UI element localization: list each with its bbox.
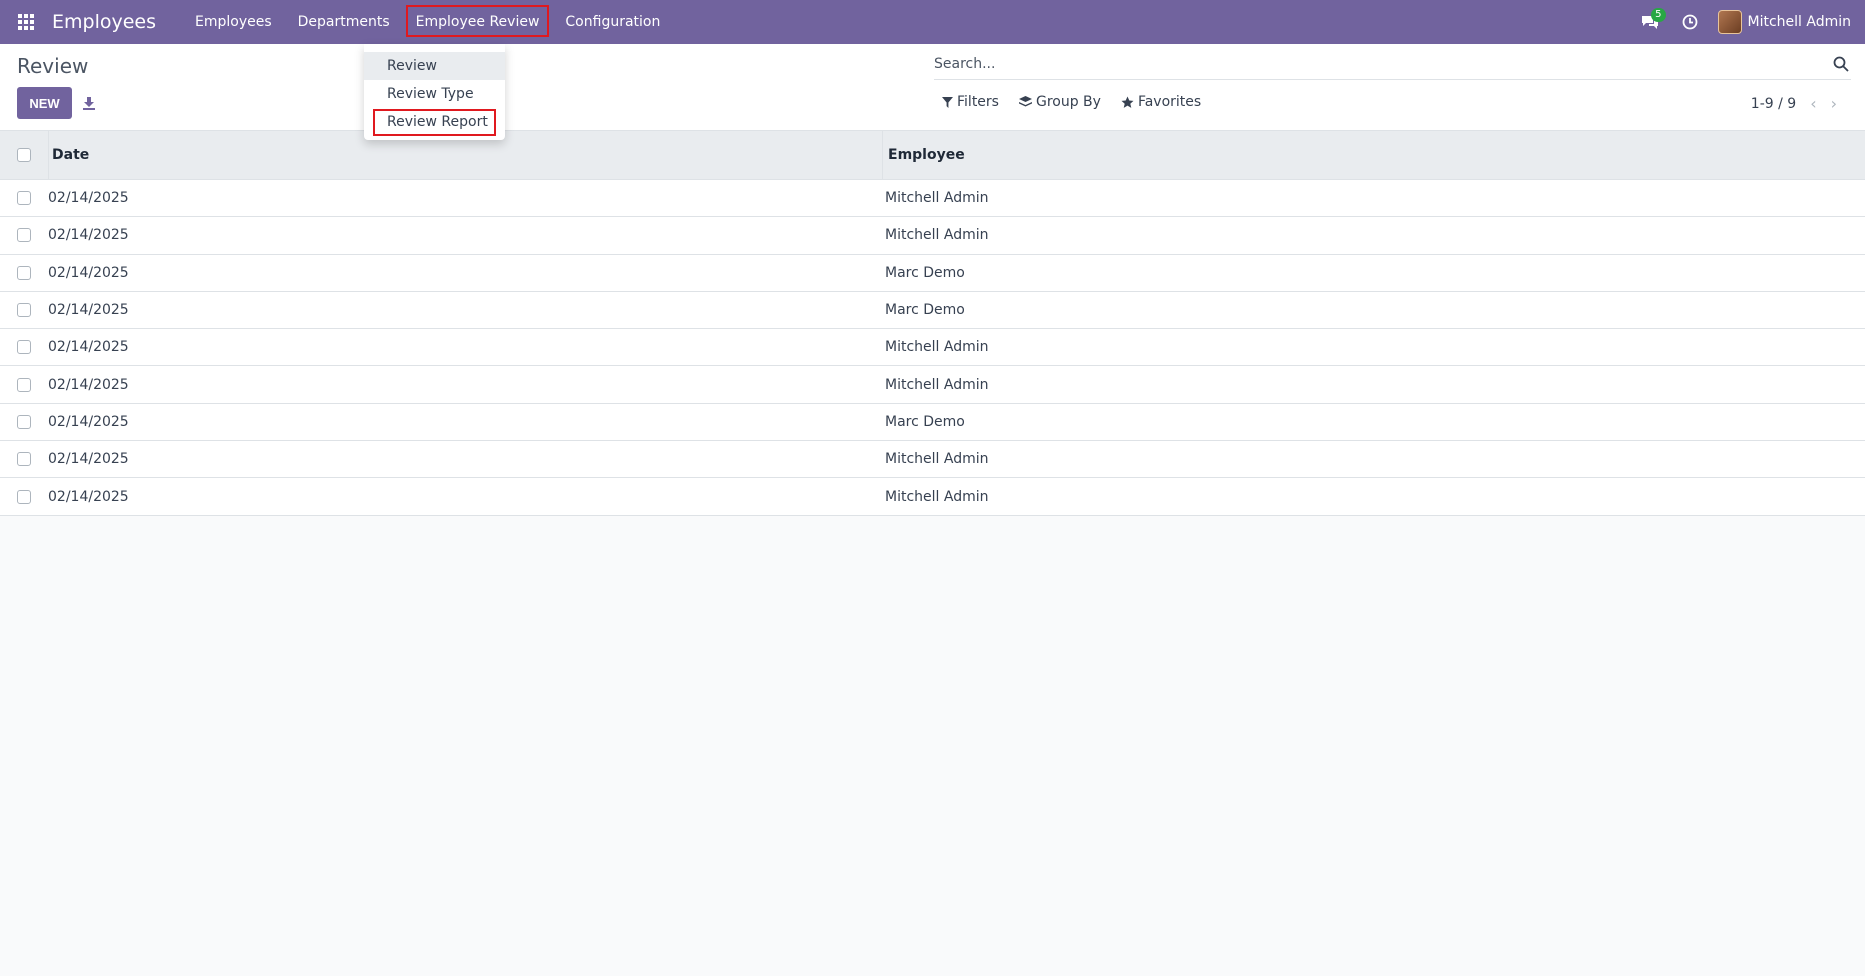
user-menu[interactable]: Mitchell Admin — [1710, 10, 1852, 34]
top-navbar: Employees Employees Departments Employee… — [0, 0, 1865, 44]
row-checkbox[interactable] — [17, 452, 31, 467]
menu-configuration[interactable]: Configuration — [552, 0, 673, 44]
cell-employee[interactable]: Mitchell Admin — [883, 227, 1865, 243]
cell-date[interactable]: 02/14/2025 — [48, 227, 883, 243]
cell-date[interactable]: 02/14/2025 — [48, 339, 883, 355]
pager: 1-9 / 9 ‹ › — [1751, 94, 1837, 113]
cell-date[interactable]: 02/14/2025 — [48, 414, 883, 430]
dropdown-item-review-report[interactable]: Review Report — [364, 108, 505, 136]
layers-icon — [1018, 96, 1032, 107]
chevron-left-icon[interactable]: ‹ — [1810, 94, 1816, 113]
review-list: Date Employee 02/14/2025 Mitchell Admin 02… — [0, 130, 1865, 516]
clock-icon[interactable] — [1670, 0, 1710, 44]
table-row[interactable]: 02/14/2025 Marc Demo — [0, 403, 1865, 442]
search-input[interactable] — [934, 50, 1814, 78]
column-header-employee[interactable]: Employee — [883, 147, 1865, 163]
cell-employee[interactable]: Marc Demo — [883, 302, 1865, 318]
table-row[interactable]: 02/14/2025 Marc Demo — [0, 254, 1865, 292]
pager-value[interactable]: 1-9 / 9 — [1751, 96, 1796, 112]
menu-employees[interactable]: Employees — [182, 0, 285, 44]
chevron-right-icon[interactable]: › — [1831, 94, 1837, 113]
cell-employee[interactable]: Marc Demo — [883, 414, 1865, 430]
chat-badge: 5 — [1651, 8, 1666, 22]
search-bar — [934, 50, 1851, 80]
cell-employee[interactable]: Mitchell Admin — [883, 451, 1865, 467]
table-row[interactable]: 02/14/2025 Mitchell Admin — [0, 366, 1865, 404]
table-row[interactable]: 02/14/2025 Marc Demo — [0, 291, 1865, 330]
menu-employee-review[interactable]: Employee Review — [403, 0, 553, 44]
cell-employee[interactable]: Mitchell Admin — [883, 489, 1865, 505]
table-row[interactable]: 02/14/2025 Mitchell Admin — [0, 441, 1865, 479]
chat-icon[interactable]: 5 — [1630, 0, 1670, 44]
page-title: Review — [17, 54, 89, 78]
table-body: 02/14/2025 Mitchell Admin 02/14/2025 Mitche… — [0, 180, 1865, 516]
row-checkbox[interactable] — [17, 228, 31, 243]
row-checkbox[interactable] — [17, 414, 31, 429]
row-checkbox[interactable] — [17, 340, 31, 355]
row-checkbox[interactable] — [17, 303, 31, 318]
dropdown-item-review-type[interactable]: Review Type — [364, 80, 505, 108]
filters-button[interactable]: Filters — [942, 94, 999, 110]
table-header: Date Employee — [0, 130, 1865, 180]
cell-date[interactable]: 02/14/2025 — [48, 265, 883, 281]
row-checkbox[interactable] — [17, 265, 31, 280]
dropdown-item-review[interactable]: Review — [364, 52, 505, 80]
new-button[interactable]: NEW — [17, 87, 72, 119]
favorites-button[interactable]: Favorites — [1121, 94, 1201, 110]
cell-employee[interactable]: Mitchell Admin — [883, 190, 1865, 206]
star-icon — [1121, 96, 1134, 108]
cell-date[interactable]: 02/14/2025 — [48, 489, 883, 505]
download-icon[interactable] — [80, 94, 98, 112]
cell-date[interactable]: 02/14/2025 — [48, 451, 883, 467]
table-row[interactable]: 02/14/2025 Mitchell Admin — [0, 180, 1865, 218]
search-icon[interactable] — [1833, 56, 1849, 72]
row-checkbox[interactable] — [17, 191, 31, 206]
navbar-right: 5 Mitchell Admin — [1630, 0, 1865, 44]
row-checkbox[interactable] — [17, 489, 31, 504]
cell-date[interactable]: 02/14/2025 — [48, 377, 883, 393]
cell-employee[interactable]: Mitchell Admin — [883, 377, 1865, 393]
cell-date[interactable]: 02/14/2025 — [48, 302, 883, 318]
cell-employee[interactable]: Mitchell Admin — [883, 339, 1865, 355]
table-row[interactable]: 02/14/2025 Mitchell Admin — [0, 478, 1865, 516]
app-brand[interactable]: Employees — [52, 11, 156, 33]
table-row[interactable]: 02/14/2025 Mitchell Admin — [0, 329, 1865, 367]
row-checkbox[interactable] — [17, 377, 31, 392]
apps-grid-icon[interactable] — [0, 0, 52, 44]
user-name: Mitchell Admin — [1747, 14, 1852, 30]
cell-employee[interactable]: Marc Demo — [883, 265, 1865, 281]
groupby-button[interactable]: Group By — [1018, 94, 1101, 110]
menu-departments[interactable]: Departments — [285, 0, 403, 44]
select-all-checkbox[interactable] — [17, 148, 31, 162]
avatar — [1717, 10, 1742, 34]
employee-review-dropdown: Review Review Type Review Report — [364, 44, 505, 140]
table-row[interactable]: 02/14/2025 Mitchell Admin — [0, 217, 1865, 255]
search-options: Filters Group By Favorites — [942, 94, 1201, 110]
control-panel: Review NEW Filters Group By Favorites 1-… — [0, 44, 1865, 131]
filter-icon — [942, 96, 953, 108]
cell-date[interactable]: 02/14/2025 — [48, 190, 883, 206]
